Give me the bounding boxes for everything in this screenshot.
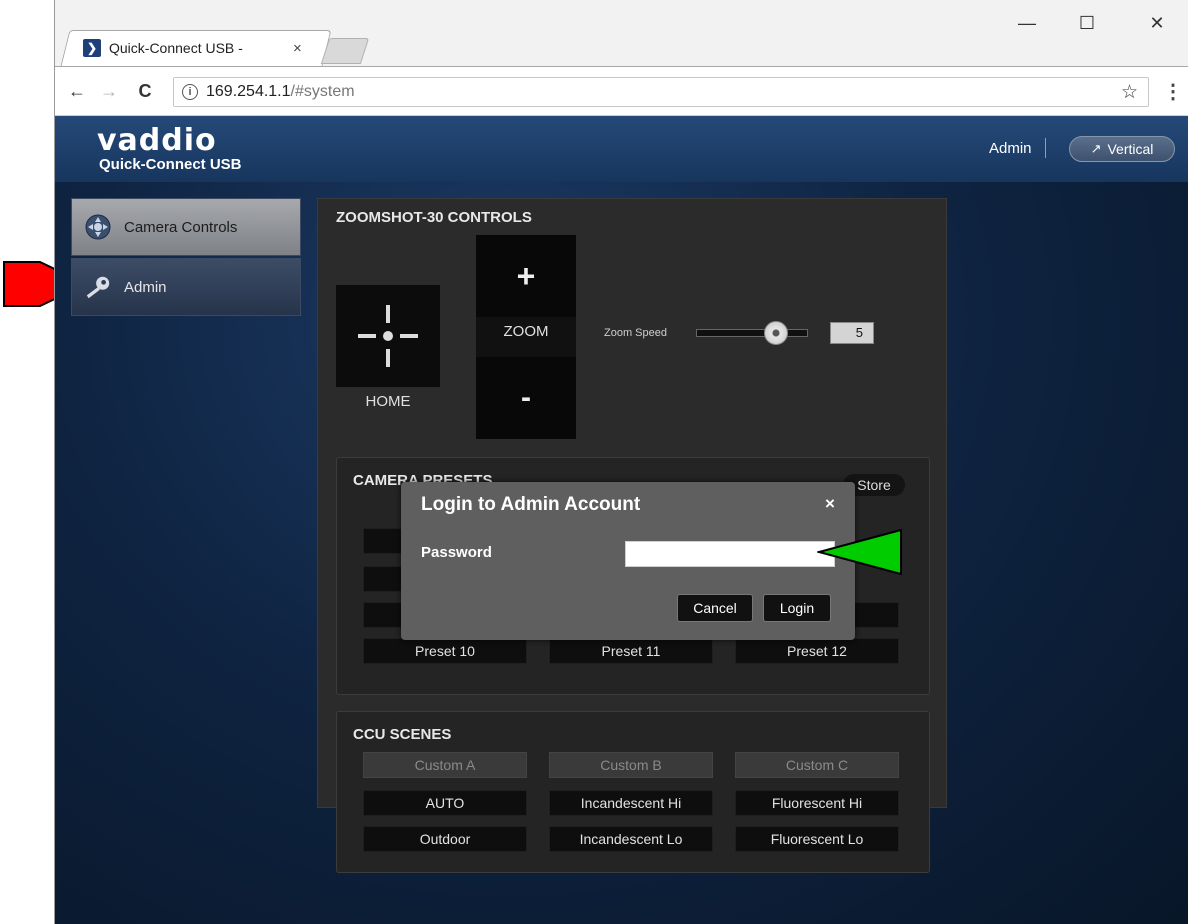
login-button[interactable]: Login bbox=[763, 594, 831, 622]
address-text: 169.254.1.1/#system bbox=[206, 83, 355, 101]
sidebar-item-admin[interactable]: Admin bbox=[71, 258, 301, 316]
sidebar-item-label: Admin bbox=[124, 278, 167, 296]
zoom-speed-slider-handle[interactable] bbox=[763, 321, 788, 345]
zoom-speed-label: Zoom Speed bbox=[604, 327, 667, 339]
sidebar-item-camera-controls[interactable]: Camera Controls bbox=[71, 198, 301, 256]
ccu-scene-custom-c[interactable]: Custom C bbox=[735, 752, 899, 778]
screenshot-stage: ❯ Quick-Connect USB - × — ☐ ✕ ← → C i 16… bbox=[0, 0, 1188, 924]
header-divider bbox=[1045, 138, 1046, 158]
preset-button-11[interactable]: Preset 11 bbox=[549, 638, 713, 664]
minimize-icon[interactable]: — bbox=[1007, 8, 1047, 38]
password-label: Password bbox=[421, 544, 492, 561]
sidebar-item-label: Camera Controls bbox=[124, 218, 238, 236]
login-dialog: Login to Admin Account × Password Cancel… bbox=[401, 482, 855, 640]
zoom-control: + ZOOM - bbox=[476, 235, 576, 439]
back-arrow-icon[interactable]: ← bbox=[65, 80, 89, 102]
forward-arrow-icon[interactable]: → bbox=[97, 80, 121, 102]
ccu-scene-fluorescent-lo[interactable]: Fluorescent Lo bbox=[735, 826, 899, 852]
home-label: HOME bbox=[365, 393, 411, 410]
new-tab-button[interactable] bbox=[320, 38, 370, 64]
site-info-icon[interactable]: i bbox=[182, 84, 198, 100]
vaddio-logo: vaddio Quick-Connect USB bbox=[97, 126, 242, 174]
browser-navbar: ← → C i 169.254.1.1/#system ☆ ⋮ bbox=[55, 66, 1188, 116]
browser-window: ❯ Quick-Connect USB - × — ☐ ✕ ← → C i 16… bbox=[54, 0, 1188, 924]
home-button[interactable] bbox=[336, 285, 440, 387]
logo-product-name: Quick-Connect USB bbox=[99, 156, 242, 173]
sidebar: Camera Controls Admin bbox=[71, 198, 301, 316]
vertical-layout-label: Vertical bbox=[1107, 141, 1154, 157]
browser-titlebar: ❯ Quick-Connect USB - × — ☐ ✕ bbox=[55, 0, 1188, 66]
zoom-in-button[interactable]: + bbox=[476, 235, 576, 317]
ccu-scene-auto[interactable]: AUTO bbox=[363, 790, 527, 816]
tab-close-icon[interactable]: × bbox=[293, 40, 302, 57]
preset-button-12[interactable]: Preset 12 bbox=[735, 638, 899, 664]
dialog-close-icon[interactable]: × bbox=[825, 494, 835, 514]
ccu-scene-custom-a[interactable]: Custom A bbox=[363, 752, 527, 778]
browser-tab[interactable]: ❯ Quick-Connect USB - × bbox=[73, 30, 323, 66]
dialog-title: Login to Admin Account bbox=[421, 494, 641, 515]
ccu-title: CCU SCENES bbox=[353, 726, 452, 743]
bookmark-star-icon[interactable]: ☆ bbox=[1121, 81, 1138, 104]
vertical-layout-button[interactable]: ↗ Vertical bbox=[1069, 136, 1175, 162]
address-path: /#system bbox=[290, 83, 355, 100]
ccu-scenes-section: CCU SCENES Custom A Custom B Custom C AU… bbox=[336, 711, 930, 873]
zoom-out-button[interactable]: - bbox=[476, 357, 576, 439]
address-host: 169.254.1.1 bbox=[206, 83, 291, 100]
ccu-scene-outdoor[interactable]: Outdoor bbox=[363, 826, 527, 852]
home-crosshair-icon bbox=[358, 305, 418, 367]
green-annotation-arrow-icon bbox=[817, 528, 902, 576]
controls-title: ZOOMSHOT-30 CONTROLS bbox=[336, 209, 532, 226]
ccu-scene-custom-b[interactable]: Custom B bbox=[549, 752, 713, 778]
close-window-icon[interactable]: ✕ bbox=[1137, 8, 1177, 38]
header-user-label: Admin bbox=[989, 140, 1032, 157]
cancel-button[interactable]: Cancel bbox=[677, 594, 753, 622]
preset-button-10[interactable]: Preset 10 bbox=[363, 638, 527, 664]
app-header: vaddio Quick-Connect USB Admin ↗ Vertica… bbox=[55, 116, 1188, 182]
zoom-speed-value[interactable]: 5 bbox=[830, 322, 874, 344]
maximize-icon[interactable]: ☐ bbox=[1067, 8, 1107, 38]
ccu-scene-incandescent-hi[interactable]: Incandescent Hi bbox=[549, 790, 713, 816]
vaddio-favicon-icon: ❯ bbox=[83, 39, 101, 57]
logo-wordmark: vaddio bbox=[97, 123, 217, 158]
tab-title: Quick-Connect USB - bbox=[109, 40, 243, 56]
zoom-speed-slider[interactable] bbox=[696, 321, 808, 345]
zoom-label: ZOOM bbox=[503, 323, 549, 340]
vertical-layout-icon: ↗ bbox=[1090, 141, 1102, 156]
reload-icon[interactable]: C bbox=[133, 80, 157, 102]
key-icon bbox=[84, 273, 112, 301]
ccu-scene-fluorescent-hi[interactable]: Fluorescent Hi bbox=[735, 790, 899, 816]
ccu-scene-incandescent-lo[interactable]: Incandescent Lo bbox=[549, 826, 713, 852]
browser-menu-icon[interactable]: ⋮ bbox=[1163, 79, 1183, 104]
password-input[interactable] bbox=[625, 541, 835, 567]
address-bar[interactable]: i 169.254.1.1/#system ☆ bbox=[173, 77, 1149, 107]
camera-controls-icon bbox=[84, 213, 112, 241]
